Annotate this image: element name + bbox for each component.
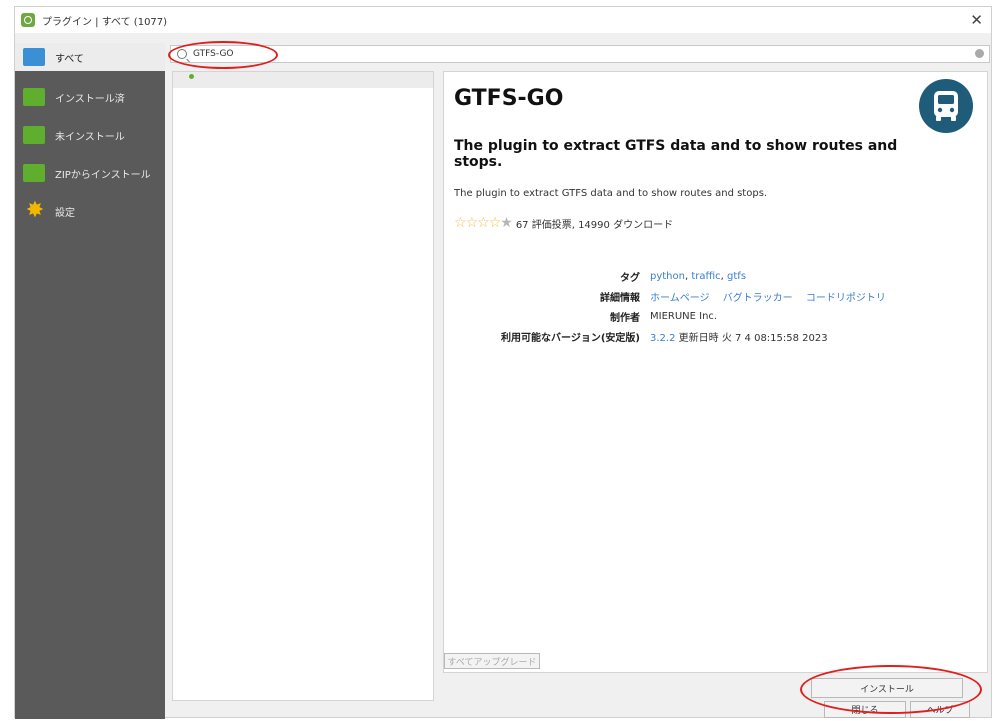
sidebar-item-install-from-zip[interactable]: ZIPからインストール (15, 159, 165, 187)
gear-icon: ✸ (25, 198, 45, 223)
puzzle-green-icon (23, 126, 45, 144)
info-label: 詳細情報 (600, 292, 640, 304)
tags-value: python, traffic, gtfs (650, 270, 747, 282)
sidebar-item-label: 未インストール (55, 131, 125, 143)
search-input[interactable] (191, 48, 935, 60)
star-filled-icon: ☆ (465, 215, 479, 231)
plugin-metadata: タグ python, traffic, gtfs 詳細情報 ホームページ バグト… (444, 266, 984, 346)
puzzle-green-icon (23, 164, 45, 182)
close-window-icon[interactable]: ✕ (970, 11, 983, 29)
version-label: 利用可能なバージョン(安定版) (501, 332, 640, 344)
help-button[interactable]: ヘルプ (910, 701, 970, 718)
sidebar-item-not-installed[interactable]: 未インストール (15, 121, 165, 149)
sidebar-item-label: ZIPからインストール (55, 169, 151, 181)
search-icon (177, 49, 187, 59)
plugin-manager-window: プラグイン | すべて (1077) ✕ すべて インストール済 未インストール… (14, 6, 992, 719)
sidebar: すべて インストール済 未インストール ZIPからインストール ✸ 設定 (15, 43, 165, 719)
sidebar-item-label: 設定 (55, 207, 75, 219)
install-button[interactable]: インストール (811, 678, 963, 698)
author-label: 制作者 (610, 312, 640, 324)
title-bar: プラグイン | すべて (1077) ✕ (15, 7, 991, 33)
tag-link[interactable]: python (650, 271, 685, 282)
updated-text: 更新日時 火 7 4 08:15:58 2023 (678, 332, 828, 344)
star-filled-icon: ☆ (454, 215, 467, 231)
sidebar-item-label: インストール済 (55, 93, 125, 105)
meta-row-tags: タグ python, traffic, gtfs (444, 266, 984, 286)
plugin-subtitle: The plugin to extract GTFS data and to s… (454, 138, 898, 170)
plugin-detail-panel: GTFS-GO The plugin to extract GTFS data … (443, 71, 988, 673)
version-value: 3.2.2 更新日時 火 7 4 08:15:58 2023 (650, 329, 828, 344)
sidebar-item-installed[interactable]: インストール済 (15, 83, 165, 111)
rating-row: ☆ ☆ ☆ ☆ ★ 67 評価投票, 14990 ダウンロード (454, 215, 673, 231)
list-item[interactable] (173, 72, 433, 88)
meta-row-version: 利用可能なバージョン(安定版) 3.2.2 更新日時 火 7 4 08:15:5… (444, 326, 984, 346)
info-links: ホームページ バグトラッカー コードリポジトリ (650, 289, 886, 304)
tag-link[interactable]: gtfs (727, 271, 746, 282)
plugin-description: The plugin to extract GTFS data and to s… (454, 188, 768, 199)
star-empty-icon: ★ (500, 215, 513, 231)
sidebar-item-label: すべて (55, 53, 84, 65)
bugtracker-link[interactable]: バグトラッカー (723, 293, 793, 304)
puzzle-green-icon (23, 88, 45, 106)
meta-row-author: 制作者 MIERUNE Inc. (444, 306, 984, 326)
window-title: プラグイン | すべて (1077) (42, 16, 168, 28)
plugin-list[interactable] (172, 71, 434, 701)
plugin-name: GTFS-GO (454, 86, 564, 111)
star-filled-icon: ☆ (477, 215, 490, 231)
rating-text: 67 評価投票, 14990 ダウンロード (515, 219, 674, 231)
close-button[interactable]: 閉じる (824, 701, 906, 718)
homepage-link[interactable]: ホームページ (650, 293, 710, 304)
upgrade-all-button[interactable]: すべてアップグレード (444, 653, 540, 669)
search-box[interactable] (170, 45, 990, 63)
clear-search-icon[interactable] (975, 49, 984, 58)
repository-link[interactable]: コードリポジトリ (806, 293, 886, 304)
tag-link[interactable]: traffic (691, 271, 720, 282)
puzzle-multicolor-icon (23, 48, 45, 66)
bus-icon (919, 79, 973, 133)
tags-label: タグ (620, 272, 640, 284)
star-filled-icon: ☆ (488, 215, 502, 231)
qgis-app-icon (21, 13, 35, 27)
author-value: MIERUNE Inc. (650, 310, 718, 322)
plugin-status-icon (189, 74, 194, 79)
sidebar-item-all[interactable]: すべて (15, 43, 165, 71)
version-link[interactable]: 3.2.2 (650, 333, 675, 344)
meta-row-info: 詳細情報 ホームページ バグトラッカー コードリポジトリ (444, 286, 984, 306)
sidebar-item-settings[interactable]: ✸ 設定 (15, 197, 165, 225)
